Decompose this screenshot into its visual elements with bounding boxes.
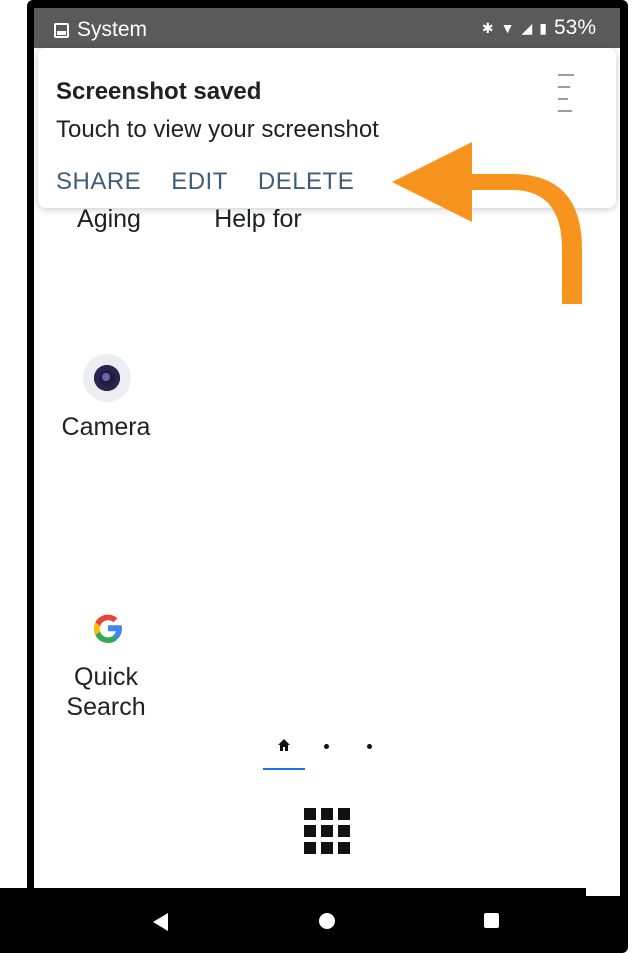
app-label-quick-search[interactable]: Quick Search bbox=[58, 662, 154, 722]
status-bar: System ✱ ▼ ◢ ▮ 53% bbox=[34, 8, 620, 48]
camera-app-icon[interactable] bbox=[83, 354, 131, 402]
camera-icon bbox=[94, 365, 120, 391]
screenshot-thumbnail[interactable] bbox=[554, 66, 580, 118]
app-label-help-for[interactable]: Help for bbox=[208, 204, 308, 234]
home-icon[interactable] bbox=[319, 913, 335, 929]
page-dot-2 bbox=[367, 744, 372, 749]
edit-button[interactable]: EDIT bbox=[171, 168, 228, 196]
notification-title: Screenshot saved bbox=[56, 78, 262, 105]
delete-button[interactable]: DELETE bbox=[258, 168, 354, 196]
status-right: ✱ ▼ ◢ ▮ 53% bbox=[482, 16, 596, 40]
notification-text: Touch to view your screenshot bbox=[56, 116, 379, 143]
page-dot-1 bbox=[324, 744, 329, 749]
battery-percent: 53% bbox=[553, 16, 596, 39]
app-label-aging[interactable]: Aging bbox=[74, 204, 144, 234]
page-indicator-underline bbox=[263, 768, 305, 770]
status-app-name: System bbox=[77, 18, 148, 41]
share-button[interactable]: SHARE bbox=[56, 168, 141, 196]
battery-icon: ▮ bbox=[539, 20, 547, 36]
bluetooth-icon: ✱ bbox=[481, 20, 494, 36]
page-indicator[interactable] bbox=[263, 738, 397, 774]
app-label-camera[interactable]: Camera bbox=[58, 412, 154, 442]
signal-icon: ◢ bbox=[521, 20, 533, 36]
google-icon[interactable] bbox=[90, 610, 126, 646]
image-icon bbox=[54, 22, 69, 38]
status-left: System bbox=[54, 18, 147, 42]
notification-actions: SHARE EDIT DELETE bbox=[56, 168, 354, 196]
recent-apps-icon[interactable] bbox=[484, 913, 499, 928]
apps-grid-icon[interactable] bbox=[304, 808, 350, 854]
phone-screen: System ✱ ▼ ◢ ▮ 53% Screenshot saved Touc… bbox=[34, 8, 620, 896]
wifi-icon: ▼ bbox=[500, 20, 515, 36]
page-home-icon bbox=[278, 739, 290, 751]
back-icon[interactable] bbox=[153, 913, 168, 931]
orange-arrow-icon bbox=[392, 142, 582, 304]
